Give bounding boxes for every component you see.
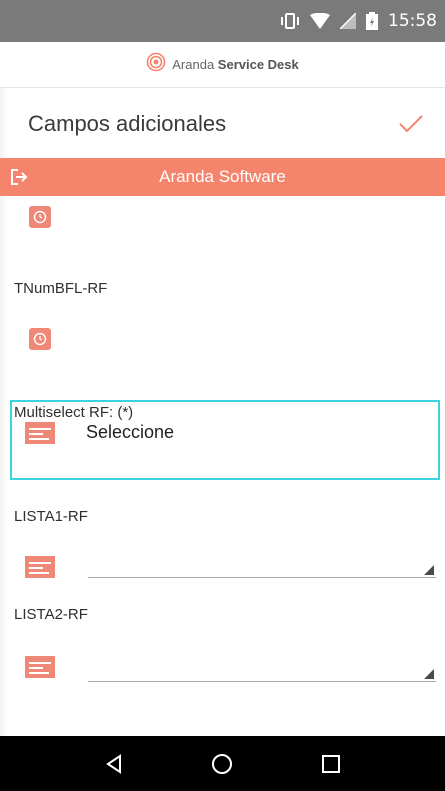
clock-icon [29, 206, 51, 228]
app-brand: Aranda Service Desk [0, 42, 445, 88]
confirm-check-icon[interactable] [395, 108, 427, 140]
lista2-dropdown[interactable] [88, 654, 436, 682]
recents-icon[interactable] [311, 744, 351, 784]
status-time: 15:58 [388, 11, 437, 31]
signal-icon [340, 13, 356, 29]
brand-name: Aranda Service Desk [172, 57, 299, 72]
field-label-lista2: LISTA2-RF [14, 606, 88, 623]
battery-icon [366, 12, 378, 30]
multiselect-value[interactable]: Seleccione [86, 422, 174, 443]
list-icon [24, 422, 56, 444]
list-icon [24, 656, 56, 678]
back-icon[interactable] [94, 744, 134, 784]
lista1-dropdown[interactable] [88, 550, 436, 578]
title-row: Campos adicionales [0, 90, 445, 158]
dropdown-arrow-icon [424, 669, 434, 679]
field-label-tnum: TNumBFL-RF [14, 280, 108, 297]
multiselect-field[interactable]: Multiselect RF: (*) Seleccione [10, 400, 440, 480]
wifi-icon [310, 13, 330, 29]
system-nav-bar [0, 736, 445, 791]
list-icon [24, 556, 56, 578]
field-label-multiselect: Multiselect RF: (*) [14, 404, 134, 421]
exit-icon[interactable] [10, 168, 28, 186]
page-title: Campos adicionales [28, 111, 227, 136]
aranda-logo-icon [146, 52, 166, 77]
field-label-lista1: LISTA1-RF [14, 508, 88, 525]
dropdown-arrow-icon [424, 565, 434, 575]
status-bar: 15:58 [0, 0, 445, 42]
section-band: Aranda Software [0, 158, 445, 196]
time-picker-button[interactable] [24, 328, 56, 350]
clock-icon [29, 328, 51, 350]
home-icon[interactable] [202, 744, 242, 784]
time-picker-button[interactable] [24, 206, 56, 228]
band-title: Aranda Software [159, 167, 286, 186]
vibrate-icon [280, 13, 300, 29]
